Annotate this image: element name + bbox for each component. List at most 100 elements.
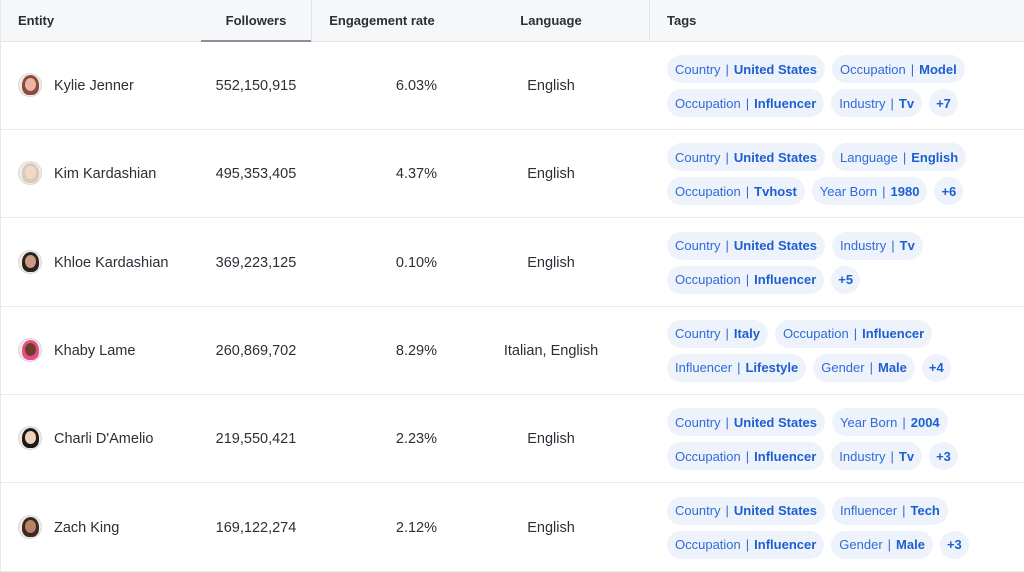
table-row[interactable]: Khaby Lame 260,869,702 8.29% Italian, En… (1, 306, 1024, 395)
tag-key: Country (675, 326, 721, 342)
entity-name[interactable]: Charli D'Amelio (54, 395, 153, 483)
tag-chip[interactable]: Country | United States (667, 496, 825, 525)
tag-value: United States (733, 503, 817, 518)
tag-value: Tv (898, 95, 915, 111)
tag-separator: | (890, 448, 894, 464)
tag-key: Year Born (840, 414, 898, 430)
tag-chip[interactable]: Industry | Tv (832, 231, 923, 260)
more-tags-button[interactable]: +6 (934, 177, 964, 206)
table-row[interactable]: Kim Kardashian 495,353,405 4.37% English… (1, 130, 1024, 219)
tag-key: Industry (839, 448, 886, 464)
tag-value: Tech (910, 503, 940, 518)
engagement-rate: 2.23% (395, 431, 437, 448)
tag-chip[interactable]: Country | United States (667, 231, 825, 260)
tag-chip[interactable]: Occupation | Influencer (667, 442, 825, 471)
column-header-engagement-rate[interactable]: Engagement rate (319, 0, 445, 42)
table-row[interactable]: Kylie Jenner 552,150,915 6.03% English C… (1, 42, 1024, 130)
tag-chip[interactable]: Occupation | Influencer (667, 265, 825, 294)
more-tags-button[interactable]: +3 (929, 442, 958, 471)
tags-cell: Country | United States Language | Engli… (667, 143, 1017, 211)
tag-key: Industry (839, 95, 886, 111)
tag-separator: | (745, 448, 750, 464)
tags-cell: Country | United States Year Born | 2004… (667, 408, 1017, 476)
tag-separator: | (725, 326, 729, 342)
tag-chip[interactable]: Country | Italy (667, 319, 768, 348)
tag-value: Italy (733, 326, 760, 342)
tag-chip[interactable]: Country | United States (667, 143, 825, 172)
tag-separator: | (869, 360, 873, 376)
entity-name[interactable]: Zach King (54, 484, 119, 572)
column-header-tags[interactable]: Tags (667, 0, 696, 42)
tag-key: Language (840, 149, 898, 165)
tag-key: Country (675, 61, 721, 77)
more-tags-button[interactable]: +4 (921, 353, 951, 382)
tag-value: United States (733, 149, 817, 165)
engagement-rate: 2.12% (395, 519, 437, 536)
tag-value: 1980 (890, 183, 920, 199)
tag-separator: | (725, 61, 729, 77)
followers-count: 169,122,274 (215, 519, 297, 536)
tag-chip[interactable]: Occupation | Model (832, 55, 965, 83)
tag-key: Year Born (819, 183, 878, 199)
tag-key: Gender (839, 537, 883, 552)
tag-separator: | (745, 183, 750, 199)
tag-separator: | (902, 414, 906, 430)
tag-value: Tvhost (754, 183, 797, 199)
tag-key: Gender (821, 360, 865, 376)
tag-value: United States (733, 61, 817, 77)
tag-value: Influencer (754, 95, 817, 111)
column-header-entity[interactable]: Entity (18, 0, 54, 42)
followers-count: 260,869,702 (215, 342, 297, 359)
tag-value: 2004 (910, 414, 940, 430)
tag-chip[interactable]: Language | English (832, 143, 967, 172)
column-header-language[interactable]: Language (501, 0, 601, 42)
column-header-followers[interactable]: Followers (201, 0, 311, 42)
tag-value: English (911, 149, 959, 165)
tag-chip[interactable]: Year Born | 1980 (811, 177, 928, 206)
tag-separator: | (902, 503, 906, 518)
entity-name[interactable]: Kim Kardashian (54, 130, 156, 218)
tags-cell: Country | United States Influencer | Tec… (667, 496, 1017, 565)
tag-chip[interactable]: Influencer | Lifestyle (667, 353, 807, 382)
tag-key: Country (675, 238, 721, 254)
tag-key: Industry (840, 238, 887, 254)
tag-separator: | (882, 183, 886, 199)
tag-separator: | (725, 149, 729, 165)
tag-value: Influencer (754, 448, 817, 464)
tag-chip[interactable]: Country | United States (667, 408, 825, 437)
tag-chip[interactable]: Occupation | Influencer (667, 530, 825, 559)
language: English (527, 78, 575, 94)
tag-value: Influencer (754, 537, 817, 552)
engagement-rate: 0.10% (395, 254, 437, 271)
tag-chip[interactable]: Country | United States (667, 55, 825, 83)
tag-chip[interactable]: Gender | Male (831, 530, 933, 559)
entity-name[interactable]: Khloe Kardashian (54, 219, 168, 307)
tags-cell: Country | United States Industry | Tv Oc… (667, 231, 1017, 300)
tag-chip[interactable]: Occupation | Influencer (774, 319, 933, 348)
tag-chip[interactable]: Influencer | Tech (832, 496, 948, 525)
more-tags-button[interactable]: +5 (831, 265, 861, 294)
table-row[interactable]: Khloe Kardashian 369,223,125 0.10% Engli… (1, 218, 1024, 307)
table-row[interactable]: Zach King 169,122,274 2.12% English Coun… (1, 483, 1024, 572)
entity-name[interactable]: Kylie Jenner (54, 42, 134, 130)
tag-value: United States (733, 238, 817, 254)
tag-chip[interactable]: Industry | Tv (831, 442, 923, 471)
tag-key: Occupation (840, 61, 906, 77)
more-tags-button[interactable]: +7 (929, 89, 958, 117)
tag-chip[interactable]: Gender | Male (813, 353, 915, 382)
tag-chip[interactable]: Industry | Tv (831, 89, 923, 117)
influencer-table: Entity Followers Engagement rate Languag… (0, 0, 1024, 572)
avatar (18, 249, 42, 274)
tag-chip[interactable]: Year Born | 2004 (832, 408, 948, 437)
more-tags-button[interactable]: +3 (939, 530, 969, 559)
table-row[interactable]: Charli D'Amelio 219,550,421 2.23% Englis… (1, 395, 1024, 484)
tag-value: Influencer (862, 326, 925, 342)
tag-chip[interactable]: Occupation | Tvhost (667, 177, 805, 206)
tag-chip[interactable]: Occupation | Influencer (667, 89, 825, 117)
language: Italian, English (503, 342, 599, 359)
avatar (18, 73, 42, 97)
tag-separator: | (745, 272, 750, 288)
tag-separator: | (891, 238, 895, 254)
entity-name[interactable]: Khaby Lame (54, 307, 135, 395)
tag-value: Male (878, 360, 907, 376)
